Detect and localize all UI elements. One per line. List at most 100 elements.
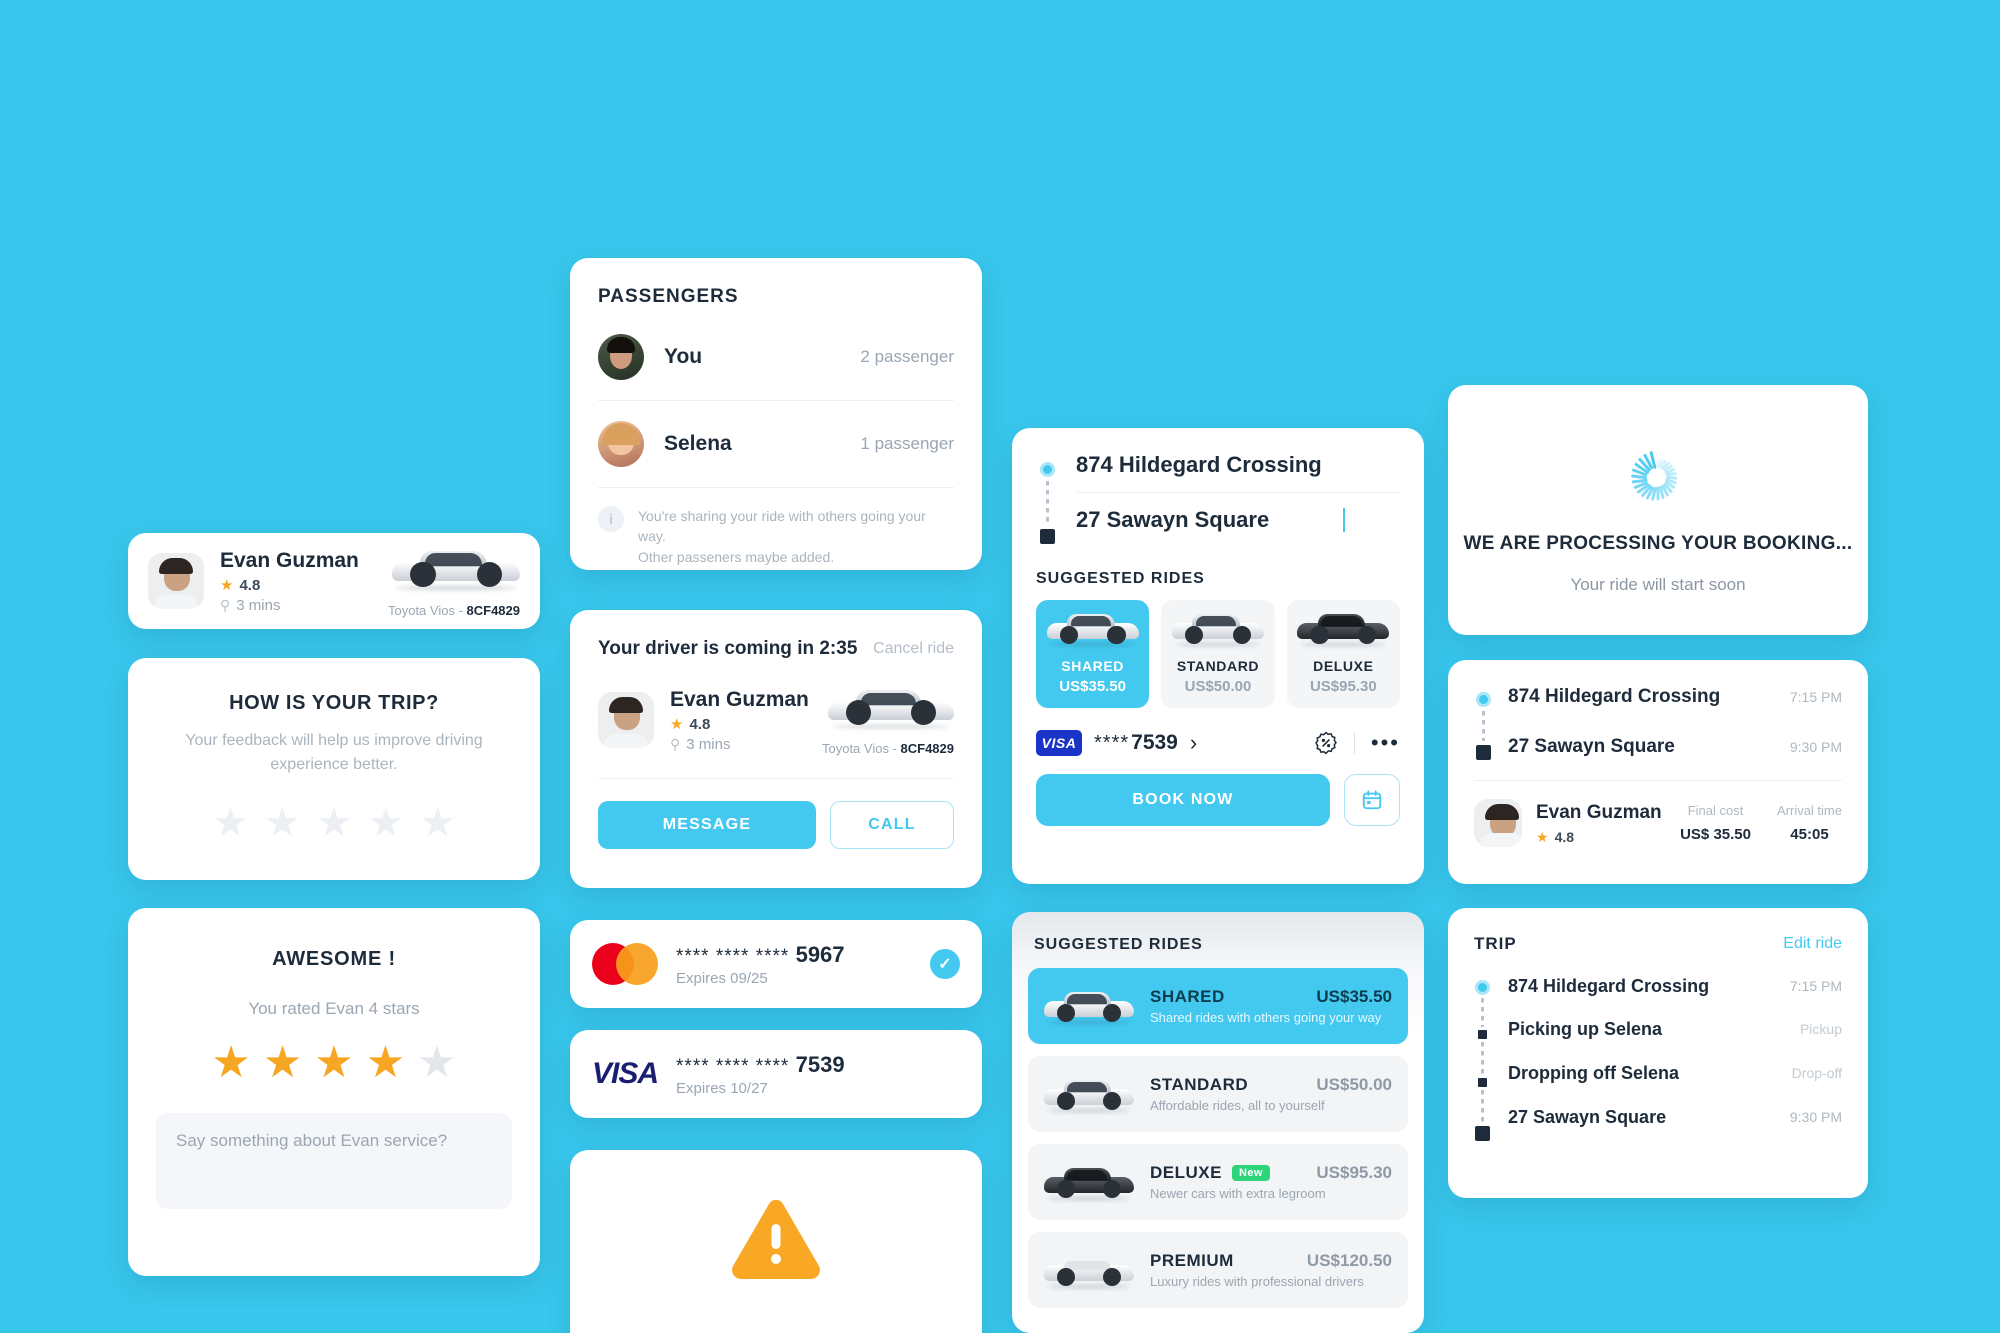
card-mask: **** **** ****	[676, 945, 796, 967]
selected-check-icon[interactable]: ✓	[930, 949, 960, 979]
trip-stop-label: 874 Hildegard Crossing	[1508, 975, 1710, 996]
driver-eta-time: 3 mins	[686, 735, 731, 753]
summary-origin: 874 Hildegard Crossing	[1508, 686, 1721, 707]
origin-input[interactable]	[1076, 452, 1400, 478]
star-icon[interactable]: ★	[263, 1041, 302, 1085]
card-mask: **** **** ****	[676, 1055, 796, 1077]
ride-row-deluxe[interactable]: DELUXE New US$95.30 Newer cars with extr…	[1028, 1144, 1408, 1220]
summary-destination: 27 Sawayn Square	[1508, 736, 1675, 757]
star-icon[interactable]: ★	[420, 803, 456, 843]
call-button[interactable]: CALL	[830, 801, 954, 849]
star-icon[interactable]: ★	[417, 1041, 456, 1085]
driver-mini-card: Evan Guzman ★ 4.8 ⚲ 3 mins Toyota Vios -…	[128, 533, 540, 629]
trip-stop: 874 Hildegard Crossing 7:15 PM	[1508, 976, 1842, 996]
passengers-title: PASSENGERS	[598, 286, 739, 307]
trip-stop-meta: 9:30 PM	[1789, 1109, 1842, 1125]
ride-tile-shared[interactable]: SHARED US$35.50	[1036, 600, 1150, 708]
message-button[interactable]: MESSAGE	[598, 801, 816, 849]
awesome-card: AWESOME ! You rated Evan 4 stars ★ ★ ★ ★ ★	[128, 908, 540, 1276]
destination-input[interactable]	[1076, 507, 1343, 533]
star-icon[interactable]: ★	[212, 803, 248, 843]
more-options-icon[interactable]: •••	[1371, 732, 1400, 754]
edit-ride-link[interactable]: Edit ride	[1783, 935, 1842, 953]
ride-name: DELUXE	[1150, 1163, 1222, 1182]
rating-stars-empty[interactable]: ★ ★ ★ ★ ★	[172, 803, 496, 843]
driver-name: Evan Guzman	[670, 687, 809, 711]
star-icon[interactable]: ★	[264, 803, 300, 843]
visa-icon: VISA	[1036, 730, 1082, 756]
rating-stars-filled[interactable]: ★ ★ ★ ★ ★	[156, 1041, 512, 1085]
driver-eta: 3 mins	[236, 596, 281, 614]
trip-stop-label: 27 Sawayn Square	[1508, 1106, 1667, 1127]
trip-title: TRIP	[1474, 934, 1517, 953]
trip-stop-label: Picking up Selena	[1508, 1018, 1663, 1039]
ride-price: US$35.50	[1316, 987, 1392, 1006]
ride-price: US$120.50	[1306, 1251, 1392, 1270]
trip-stop-meta: 7:15 PM	[1789, 978, 1842, 994]
car-image	[1046, 608, 1139, 648]
star-icon[interactable]: ★	[368, 803, 404, 843]
star-icon[interactable]: ★	[366, 1041, 405, 1085]
ride-row-premium[interactable]: PREMIUM US$120.50 Luxury rides with prof…	[1028, 1232, 1408, 1308]
ride-tile-price: US$95.30	[1309, 678, 1377, 695]
ride-price: US$95.30	[1316, 1163, 1392, 1182]
card-expiry: Expires 10/27	[676, 1079, 768, 1097]
stop-marker-icon	[1477, 1030, 1487, 1039]
suggested-rides-title: SUGGESTED RIDES	[1034, 936, 1203, 953]
booking-card: SUGGESTED RIDES SHARED US$35.50 STANDARD…	[1012, 428, 1424, 884]
ride-row-standard[interactable]: STANDARD US$50.00 Affordable rides, all …	[1028, 1056, 1408, 1132]
summary-driver-rating: 4.8	[1554, 828, 1575, 845]
star-icon[interactable]: ★	[314, 1041, 353, 1085]
payment-mask: ****	[1094, 731, 1130, 754]
vehicle-model: Toyota Vios -	[821, 741, 901, 756]
percent-badge-icon[interactable]	[1314, 731, 1338, 755]
loading-spinner-icon	[1621, 431, 1695, 505]
ride-name: STANDARD	[1150, 1075, 1249, 1094]
app-canvas: Evan Guzman ★ 4.8 ⚲ 3 mins Toyota Vios -…	[0, 0, 2000, 1333]
star-icon[interactable]: ★	[316, 803, 352, 843]
driver-rating: 4.8	[689, 715, 711, 733]
share-notice: i You're sharing your ride with others g…	[598, 506, 954, 567]
passenger-row[interactable]: Selena 1 passenger	[598, 401, 954, 488]
cancel-ride-link[interactable]: Cancel ride	[873, 640, 954, 658]
payment-card-mastercard[interactable]: **** **** **** 5967 Expires 09/25 ✓	[570, 920, 982, 1008]
card-expiry: Expires 09/25	[676, 969, 768, 987]
route-dashes	[1480, 998, 1484, 1027]
visa-icon: VISA	[592, 1057, 659, 1090]
trip-stop-label: Dropping off Selena	[1508, 1062, 1679, 1083]
car-image	[1044, 986, 1134, 1026]
warning-card	[570, 1150, 982, 1333]
feedback-input[interactable]	[156, 1113, 512, 1209]
payment-card-visa[interactable]: VISA **** **** **** 7539 Expires 10/27	[570, 1030, 982, 1118]
car-image	[1171, 608, 1264, 648]
new-badge: New	[1231, 1165, 1270, 1181]
ride-tile-deluxe[interactable]: DELUXE US$95.30	[1286, 600, 1400, 708]
trip-stop: Dropping off Selena Drop-off	[1508, 1063, 1842, 1083]
book-now-button[interactable]: BOOK NOW	[1036, 774, 1330, 826]
vehicle-plate: 8CF4829	[900, 741, 954, 756]
text-cursor	[1343, 508, 1345, 532]
driver-name: Evan Guzman	[220, 548, 359, 572]
car-image	[1044, 1074, 1134, 1114]
ride-desc: Newer cars with extra legroom	[1150, 1186, 1326, 1201]
vehicle-image	[828, 684, 954, 730]
route-dashes	[1481, 711, 1485, 741]
payment-last4: 7539	[1131, 731, 1178, 754]
driver-eta-heading: Your driver is coming in 2:35	[598, 638, 858, 659]
star-icon[interactable]: ★	[211, 1041, 250, 1085]
schedule-ride-button[interactable]	[1344, 774, 1400, 826]
route-dashes	[1480, 1090, 1484, 1123]
origin-marker-icon	[1474, 980, 1490, 995]
vehicle-plate: 8CF4829	[466, 603, 520, 618]
chevron-right-icon[interactable]: ›	[1190, 730, 1197, 756]
ride-tile-price: US$50.00	[1184, 678, 1252, 695]
destination-marker-icon	[1474, 1126, 1490, 1141]
ride-summary-card: 874 Hildegard Crossing 7:15 PM 27 Sawayn…	[1448, 660, 1868, 884]
ride-row-shared[interactable]: SHARED US$35.50 Shared rides with others…	[1028, 968, 1408, 1044]
passenger-count: 1 passenger	[860, 434, 954, 453]
passenger-row[interactable]: You 2 passenger	[598, 334, 954, 401]
car-image	[1044, 1250, 1134, 1290]
ride-tile-standard[interactable]: STANDARD US$50.00	[1161, 600, 1275, 708]
ride-tile-label: DELUXE	[1313, 658, 1374, 674]
destination-marker-icon	[1475, 745, 1491, 760]
